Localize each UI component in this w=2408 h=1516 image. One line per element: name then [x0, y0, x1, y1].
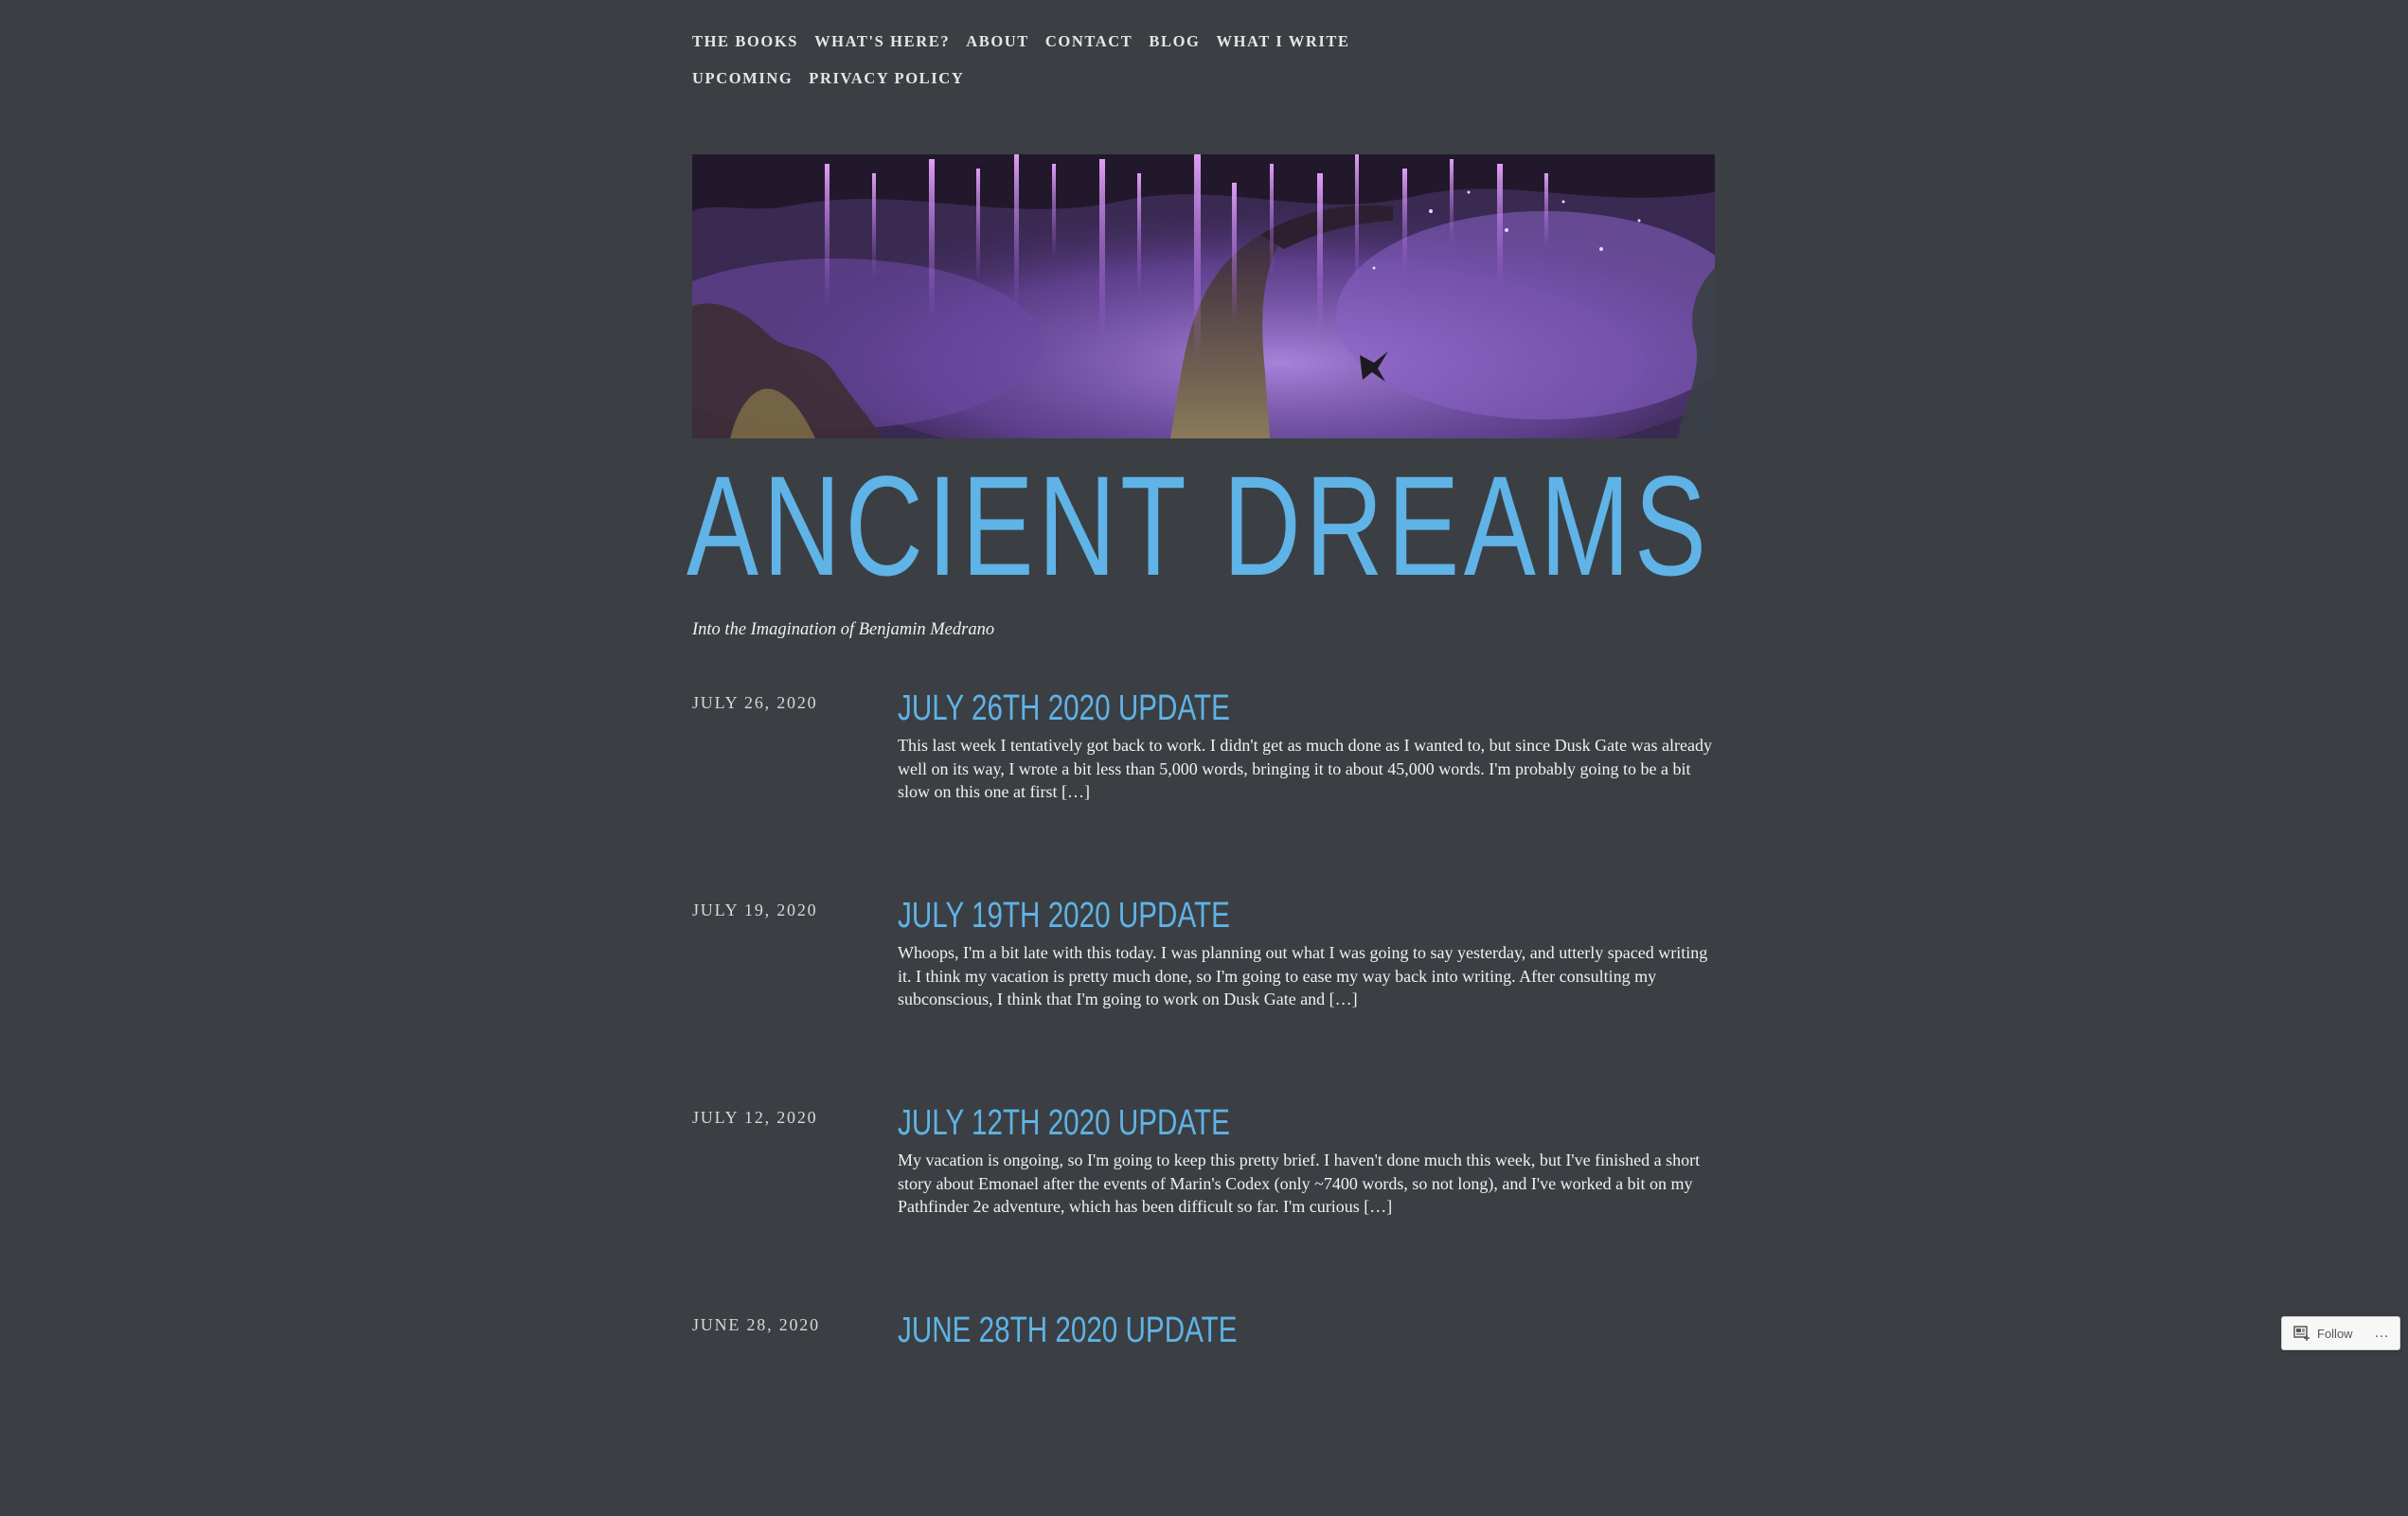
post-title[interactable]: JULY 26TH 2020 UPDATE: [898, 687, 1539, 730]
post-item: JULY 19, 2020 JULY 19TH 2020 UPDATE Whoo…: [692, 894, 1715, 1101]
site-tagline: Into the Imagination of Benjamin Medrano: [692, 620, 995, 639]
nav-item-whats-here[interactable]: WHAT'S HERE?: [814, 32, 950, 51]
post-list: JULY 26, 2020 JULY 26TH 2020 UPDATE This…: [692, 687, 1715, 1516]
post-title[interactable]: JULY 19TH 2020 UPDATE: [898, 894, 1539, 937]
nav-item-what-i-write[interactable]: WHAT I WRITE: [1216, 32, 1349, 51]
header-image[interactable]: [692, 154, 1715, 438]
post-date[interactable]: JULY 26, 2020: [692, 693, 817, 713]
nav-item-privacy-policy[interactable]: PRIVACY POLICY: [809, 69, 964, 88]
site-title[interactable]: ANCIENT DREAMS: [687, 445, 1711, 606]
nav-item-about[interactable]: ABOUT: [966, 32, 1029, 51]
nav-item-blog[interactable]: BLOG: [1149, 32, 1200, 51]
post-date[interactable]: JULY 12, 2020: [692, 1108, 817, 1128]
post-item: JUNE 28, 2020 JUNE 28TH 2020 UPDATE: [692, 1309, 1715, 1516]
post-body: JULY 26TH 2020 UPDATE This last week I t…: [898, 687, 1720, 804]
post-date[interactable]: JULY 19, 2020: [692, 901, 817, 920]
main-navigation: THE BOOKS WHAT'S HERE? ABOUT CONTACT BLO…: [692, 23, 1374, 97]
post-excerpt: This last week I tentatively got back to…: [898, 736, 1713, 801]
post-title[interactable]: JULY 12TH 2020 UPDATE: [898, 1101, 1539, 1145]
follow-button[interactable]: Follow …: [2281, 1316, 2400, 1350]
post-excerpt: My vacation is ongoing, so I'm going to …: [898, 1150, 1701, 1216]
nav-item-contact[interactable]: CONTACT: [1045, 32, 1133, 51]
post-item: JULY 26, 2020 JULY 26TH 2020 UPDATE This…: [692, 687, 1715, 894]
nav-item-the-books[interactable]: THE BOOKS: [692, 32, 798, 51]
post-title[interactable]: JUNE 28TH 2020 UPDATE: [898, 1309, 1539, 1352]
post-date[interactable]: JUNE 28, 2020: [692, 1315, 820, 1335]
post-item: JULY 12, 2020 JULY 12TH 2020 UPDATE My v…: [692, 1101, 1715, 1309]
nav-item-upcoming[interactable]: UPCOMING: [692, 69, 793, 88]
more-options-icon[interactable]: …: [2374, 1325, 2390, 1342]
post-body: JULY 12TH 2020 UPDATE My vacation is ong…: [898, 1101, 1720, 1219]
follow-reader-icon: [2293, 1326, 2310, 1341]
post-excerpt: Whoops, I'm a bit late with this today. …: [898, 943, 1708, 1008]
nav-row-1: THE BOOKS WHAT'S HERE? ABOUT CONTACT BLO…: [692, 23, 1374, 60]
follow-label: Follow: [2317, 1326, 2353, 1341]
post-body: JULY 19TH 2020 UPDATE Whoops, I'm a bit …: [898, 894, 1720, 1011]
post-body: JUNE 28TH 2020 UPDATE: [898, 1309, 1720, 1356]
header-artwork: [692, 154, 1715, 438]
nav-row-2: UPCOMING PRIVACY POLICY: [692, 60, 1374, 97]
